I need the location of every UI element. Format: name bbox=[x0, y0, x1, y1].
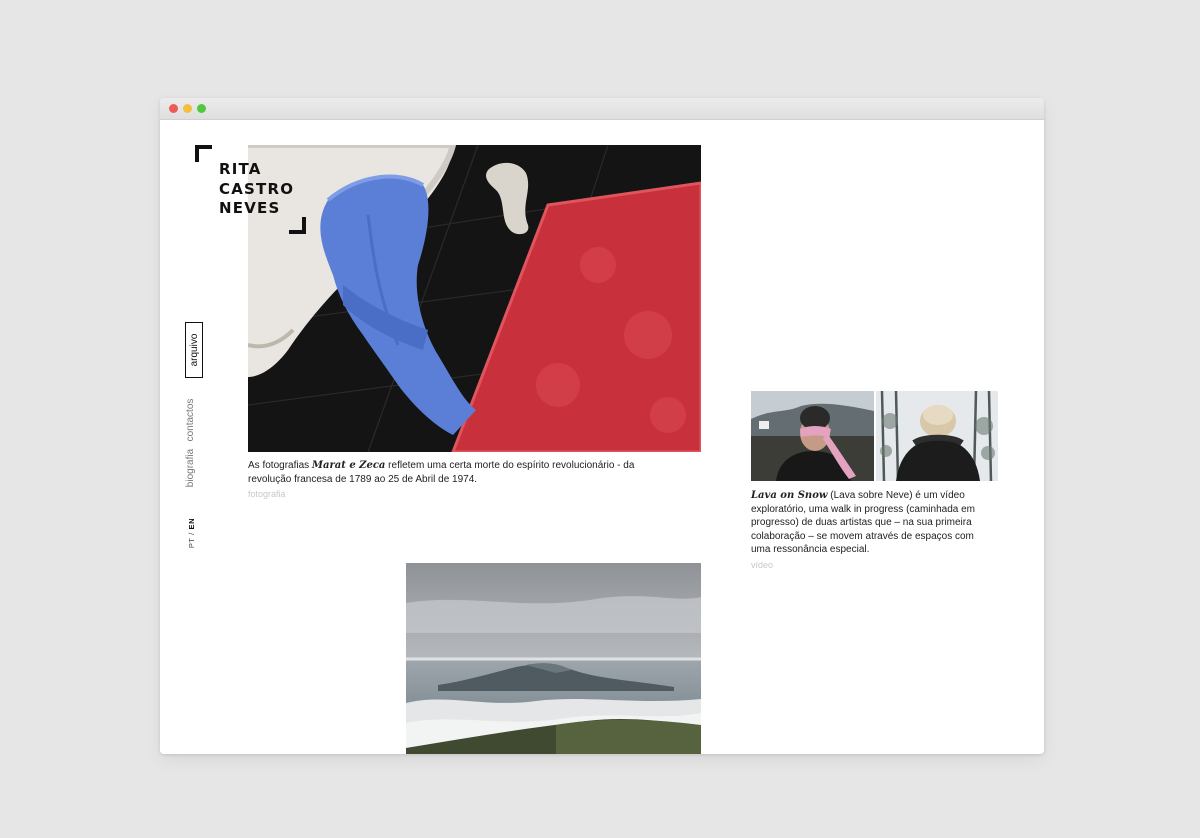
window-titlebar bbox=[160, 98, 1044, 120]
work-category[interactable]: vídeo bbox=[751, 559, 996, 573]
logo-corner-bottom-right bbox=[289, 217, 306, 234]
maximize-window-dot-icon[interactable] bbox=[197, 104, 206, 113]
page-content: RITA CASTRO NEVES arquivo contactos biog… bbox=[160, 120, 1044, 754]
lang-pt-link[interactable]: PT bbox=[187, 538, 196, 549]
logo-line-3: NEVES bbox=[219, 199, 281, 217]
work-image-marat-e-zeca[interactable] bbox=[248, 145, 701, 452]
browser-window: RITA CASTRO NEVES arquivo contactos biog… bbox=[160, 98, 1044, 754]
logo-line-2: CASTRO bbox=[219, 179, 295, 198]
work-image-island[interactable] bbox=[406, 563, 701, 754]
minimize-window-dot-icon[interactable] bbox=[183, 104, 192, 113]
work-category[interactable]: fotografia bbox=[248, 488, 678, 502]
site-logo[interactable]: RITA CASTRO NEVES bbox=[219, 160, 294, 219]
lang-en-link[interactable]: EN bbox=[187, 518, 196, 530]
nav-item-biografia[interactable]: biografia bbox=[185, 441, 199, 495]
language-switcher: PT / EN bbox=[187, 517, 199, 549]
logo-line-1: RITA bbox=[219, 160, 262, 178]
caption-text: As fotografias bbox=[248, 460, 312, 471]
work-caption-marat-e-zeca: As fotografias Marat e Zeca refletem uma… bbox=[248, 459, 678, 502]
work-caption-lava-on-snow: Lava on Snow (Lava sobre Neve) é um víde… bbox=[751, 489, 996, 572]
work-title-link[interactable]: Marat e Zeca bbox=[312, 460, 385, 471]
lang-separator: / bbox=[187, 529, 196, 538]
close-window-dot-icon[interactable] bbox=[169, 104, 178, 113]
work-image-lava-on-snow-2[interactable] bbox=[876, 391, 998, 481]
logo-corner-top-left bbox=[195, 145, 212, 162]
work-title-link[interactable]: Lava on Snow bbox=[751, 490, 827, 501]
nav-item-arquivo[interactable]: arquivo bbox=[185, 322, 203, 378]
work-image-lava-on-snow-1[interactable] bbox=[751, 391, 874, 481]
